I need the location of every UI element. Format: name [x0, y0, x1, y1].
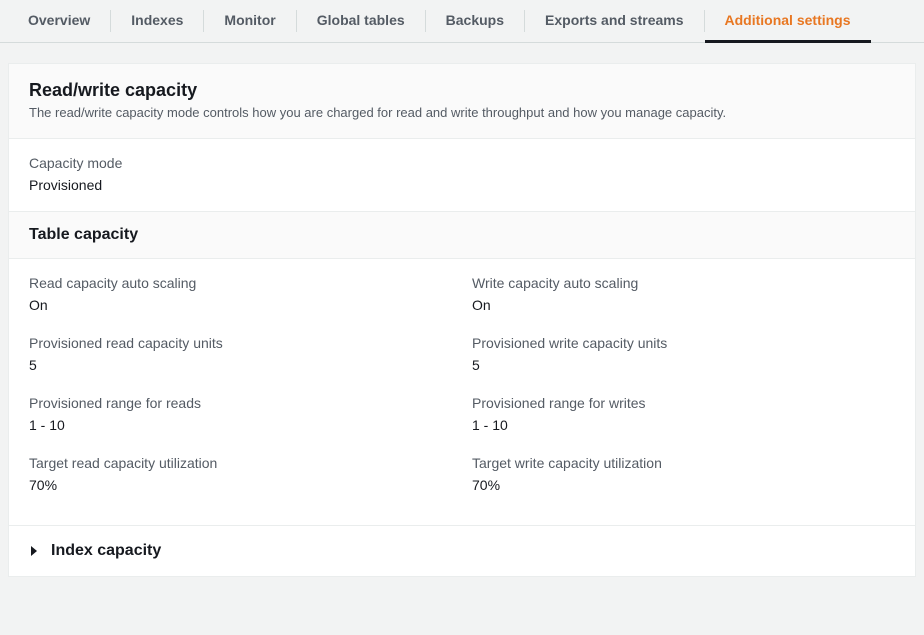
capacity-mode-value: Provisioned [29, 177, 895, 193]
table-capacity-title: Table capacity [29, 226, 895, 244]
read-units-label: Provisioned read capacity units [29, 335, 452, 351]
panel-header: Read/write capacity The read/write capac… [9, 64, 915, 139]
read-column: Read capacity auto scaling On Provisione… [29, 275, 452, 515]
read-util-value: 70% [29, 477, 452, 493]
tab-overview[interactable]: Overview [8, 0, 110, 42]
write-range-label: Provisioned range for writes [472, 395, 895, 411]
write-auto-scaling-label: Write capacity auto scaling [472, 275, 895, 291]
index-capacity-title: Index capacity [51, 542, 161, 560]
read-range-label: Provisioned range for reads [29, 395, 452, 411]
capacity-mode-label: Capacity mode [29, 155, 895, 171]
read-range-value: 1 - 10 [29, 417, 452, 433]
read-util-label: Target read capacity utilization [29, 455, 452, 471]
tab-indexes[interactable]: Indexes [111, 0, 203, 42]
read-auto-scaling-label: Read capacity auto scaling [29, 275, 452, 291]
tab-monitor[interactable]: Monitor [204, 0, 295, 42]
write-range-value: 1 - 10 [472, 417, 895, 433]
write-util-label: Target write capacity utilization [472, 455, 895, 471]
capacity-mode-section: Capacity mode Provisioned [9, 139, 915, 211]
table-capacity-body: Read capacity auto scaling On Provisione… [9, 259, 915, 525]
capacity-panel: Read/write capacity The read/write capac… [8, 63, 916, 577]
caret-right-icon [29, 546, 39, 556]
table-capacity-header: Table capacity [9, 211, 915, 259]
read-units-value: 5 [29, 357, 452, 373]
tab-exports-streams[interactable]: Exports and streams [525, 0, 704, 42]
tabs-bar: Overview Indexes Monitor Global tables B… [0, 0, 924, 43]
read-auto-scaling-value: On [29, 297, 452, 313]
index-capacity-toggle[interactable]: Index capacity [9, 525, 915, 576]
write-column: Write capacity auto scaling On Provision… [452, 275, 895, 515]
tab-backups[interactable]: Backups [426, 0, 524, 42]
write-units-label: Provisioned write capacity units [472, 335, 895, 351]
write-util-value: 70% [472, 477, 895, 493]
tab-global-tables[interactable]: Global tables [297, 0, 425, 42]
write-units-value: 5 [472, 357, 895, 373]
panel-description: The read/write capacity mode controls ho… [29, 105, 895, 120]
tab-additional-settings[interactable]: Additional settings [705, 0, 871, 42]
write-auto-scaling-value: On [472, 297, 895, 313]
panel-title: Read/write capacity [29, 80, 895, 101]
